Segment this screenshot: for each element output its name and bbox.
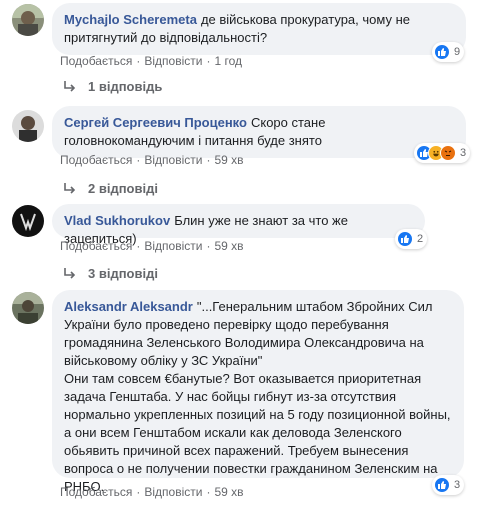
- reaction-count: 3: [454, 479, 461, 491]
- timestamp[interactable]: 59 хв: [214, 239, 243, 253]
- reactions-badge[interactable]: 3: [414, 143, 471, 163]
- like-link[interactable]: Подобається: [60, 485, 132, 499]
- reply-link[interactable]: Відповісти: [144, 153, 202, 167]
- separator: ·: [206, 239, 211, 253]
- reactions-badge[interactable]: 2: [395, 229, 428, 249]
- like-link[interactable]: Подобається: [60, 239, 132, 253]
- like-icon: [434, 477, 450, 493]
- angry-icon: [440, 145, 456, 161]
- comment-actions: Подобається · Відповісти · 59 хв: [60, 153, 244, 167]
- like-icon: [397, 231, 413, 247]
- replies-count: 3 відповіді: [88, 266, 158, 281]
- comment-bubble: Aleksandr Aleksandr "...Генеральним штабо…: [52, 290, 464, 494]
- comment-author[interactable]: Mychajlo Scheremeta: [64, 12, 197, 27]
- replies-count: 2 відповіді: [88, 181, 158, 196]
- comment-bubble: Mychajlo Scheremeta де військова прокурат…: [52, 3, 466, 55]
- avatar[interactable]: [12, 292, 44, 324]
- view-replies-link[interactable]: 1 відповідь: [62, 79, 162, 94]
- avatar[interactable]: [12, 205, 44, 237]
- comment-actions: Подобається · Відповісти · 1 год: [60, 54, 242, 68]
- reactions-badge[interactable]: 9: [432, 42, 465, 62]
- separator: ·: [136, 239, 141, 253]
- comment-author[interactable]: Aleksandr Aleksandr: [64, 299, 193, 314]
- comment-bubble: Сергей Сергеевич Проценко Скоро стане гол…: [52, 106, 466, 158]
- timestamp[interactable]: 59 хв: [214, 153, 243, 167]
- reactions-badge[interactable]: 3: [432, 475, 465, 495]
- avatar[interactable]: [12, 110, 44, 142]
- reply-arrow-icon: [64, 182, 76, 194]
- separator: ·: [206, 54, 211, 68]
- replies-count: 1 відповідь: [88, 79, 163, 94]
- view-replies-link[interactable]: 3 відповіді: [62, 266, 158, 281]
- separator: ·: [206, 485, 211, 499]
- reply-arrow-icon: [64, 267, 76, 279]
- comment-actions: Подобається · Відповісти · 59 хв: [60, 239, 244, 253]
- timestamp[interactable]: 59 хв: [214, 485, 243, 499]
- comment-actions: Подобається · Відповісти · 59 хв: [60, 485, 244, 499]
- separator: ·: [136, 153, 141, 167]
- separator: ·: [136, 54, 141, 68]
- reaction-count: 3: [460, 147, 467, 159]
- separator: ·: [136, 485, 141, 499]
- comment-bubble: Vlad Sukhorukov Блин уже не знают за что …: [52, 204, 425, 246]
- view-replies-link[interactable]: 2 відповіді: [62, 181, 158, 196]
- reply-link[interactable]: Відповісти: [144, 54, 202, 68]
- like-link[interactable]: Подобається: [60, 54, 132, 68]
- reaction-count: 2: [417, 233, 424, 245]
- separator: ·: [206, 153, 211, 167]
- reply-link[interactable]: Відповісти: [144, 485, 202, 499]
- timestamp[interactable]: 1 год: [214, 54, 242, 68]
- like-icon: [434, 44, 450, 60]
- avatar[interactable]: [12, 4, 44, 36]
- like-link[interactable]: Подобається: [60, 153, 132, 167]
- comment-author[interactable]: Сергей Сергеевич Проценко: [64, 115, 247, 130]
- reply-link[interactable]: Відповісти: [144, 239, 202, 253]
- comment-text: "...Генеральним штабом Збройних Сил Укра…: [64, 299, 451, 494]
- reaction-count: 9: [454, 46, 461, 58]
- reply-arrow-icon: [64, 80, 76, 92]
- comment-author[interactable]: Vlad Sukhorukov: [64, 213, 170, 228]
